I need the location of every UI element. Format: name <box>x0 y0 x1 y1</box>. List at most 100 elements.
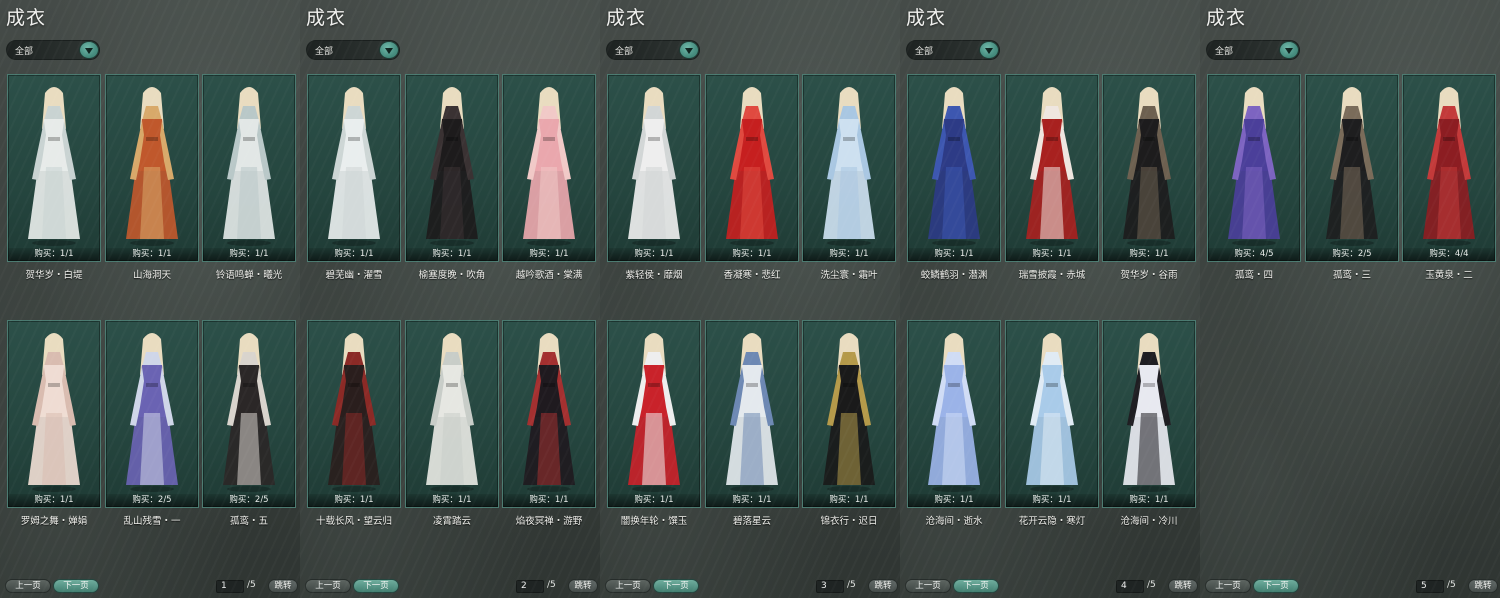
category-filter-dropdown[interactable]: 全部 <box>606 40 700 60</box>
outfit-name: 贺华岁・谷雨 <box>1120 270 1178 281</box>
outfit-card[interactable]: 购买：1/1 <box>202 74 296 262</box>
outfit-name: 闇换年轮・馔玉 <box>620 516 688 527</box>
outfit-card[interactable]: 购买：1/1 <box>1005 74 1099 262</box>
outfit-name: 紫轻侯・靡烟 <box>625 270 683 281</box>
next-page-button[interactable]: 下一页 <box>53 579 99 593</box>
page-title: 成衣 <box>606 7 647 29</box>
chevron-down-icon[interactable] <box>679 41 699 59</box>
outfit-card[interactable]: 购买：1/1 <box>502 320 596 508</box>
jump-page-button[interactable]: 跳转 <box>868 579 898 593</box>
outfit-preview-figure <box>1026 333 1078 492</box>
outfit-preview-figure <box>223 87 275 246</box>
outfit-preview-figure <box>523 333 575 492</box>
jump-page-button[interactable]: 跳转 <box>1468 579 1498 593</box>
outfit-card[interactable]: 购买：1/1 <box>907 320 1001 508</box>
filter-selected-label: 全部 <box>915 47 934 57</box>
jump-page-button[interactable]: 跳转 <box>568 579 598 593</box>
chevron-down-icon[interactable] <box>379 41 399 59</box>
purchase-count: 购买：1/1 <box>106 248 198 261</box>
category-filter-dropdown[interactable]: 全部 <box>1206 40 1300 60</box>
outfit-card[interactable]: 购买：4/4 <box>1402 74 1496 262</box>
outfit-preview-figure <box>28 333 80 492</box>
outfit-card[interactable]: 购买：1/1 <box>1005 320 1099 508</box>
outfit-preview-figure <box>1026 87 1078 246</box>
purchase-count: 购买：1/1 <box>406 494 498 507</box>
outfit-name: 孤鸾・三 <box>1332 270 1371 281</box>
outfit-card[interactable]: 购买：1/1 <box>607 320 701 508</box>
purchase-count: 购买：2/5 <box>1306 248 1398 261</box>
outfit-card[interactable]: 购买：1/1 <box>307 74 401 262</box>
outfit-card[interactable]: 购买：2/5 <box>1305 74 1399 262</box>
outfit-name: 乱山残雪・一 <box>123 516 181 527</box>
outfit-card[interactable]: 购买：2/5 <box>202 320 296 508</box>
next-page-button[interactable]: 下一页 <box>653 579 699 593</box>
next-page-button[interactable]: 下一页 <box>953 579 999 593</box>
page-number-input[interactable]: 1 <box>216 580 244 593</box>
prev-page-button[interactable]: 上一页 <box>605 579 651 593</box>
outfit-card[interactable]: 购买：1/1 <box>1102 320 1196 508</box>
next-page-button[interactable]: 下一页 <box>353 579 399 593</box>
outfit-preview-figure <box>1228 87 1280 246</box>
filter-selected-label: 全部 <box>1215 47 1234 57</box>
outfit-card[interactable]: 购买：1/1 <box>802 320 896 508</box>
purchase-count: 购买：4/4 <box>1403 248 1495 261</box>
next-page-button[interactable]: 下一页 <box>1253 579 1299 593</box>
outfit-name: 铃语鸣蝉・曦光 <box>215 270 283 281</box>
prev-page-button[interactable]: 上一页 <box>905 579 951 593</box>
outfit-card[interactable]: 购买：1/1 <box>405 74 499 262</box>
page-total-label: /5 <box>247 580 256 590</box>
outfit-preview-figure <box>1326 87 1378 246</box>
chevron-down-icon[interactable] <box>1279 41 1299 59</box>
outfit-card[interactable]: 购买：1/1 <box>705 74 799 262</box>
outfit-name: 山海洞天 <box>132 270 171 281</box>
page-number-input[interactable]: 5 <box>1416 580 1444 593</box>
outfit-card[interactable]: 购买：2/5 <box>105 320 199 508</box>
outfit-card[interactable]: 购买：1/1 <box>7 74 101 262</box>
page-number-input[interactable]: 3 <box>816 580 844 593</box>
outfit-card[interactable]: 购买：1/1 <box>502 74 596 262</box>
purchase-count: 购买：1/1 <box>1006 248 1098 261</box>
outfit-card[interactable]: 购买：1/1 <box>405 320 499 508</box>
outfit-preview-figure <box>928 87 980 246</box>
prev-page-button[interactable]: 上一页 <box>1205 579 1251 593</box>
wardrobe-page-panel: 成衣 全部 购买：1/1 紫轻侯・靡烟 购买：1/1 香凝寒・悲红 购买：1/1… <box>600 0 900 598</box>
outfit-preview-figure <box>523 87 575 246</box>
purchase-count: 购买：1/1 <box>503 248 595 261</box>
outfit-preview-figure <box>328 87 380 246</box>
chevron-down-icon[interactable] <box>979 41 999 59</box>
outfit-card[interactable]: 购买：1/1 <box>307 320 401 508</box>
filter-selected-label: 全部 <box>315 47 334 57</box>
category-filter-dropdown[interactable]: 全部 <box>6 40 100 60</box>
outfit-preview-figure <box>628 87 680 246</box>
outfit-card[interactable]: 购买：1/1 <box>1102 74 1196 262</box>
outfit-name: 越吟歌酒・棠满 <box>515 270 583 281</box>
jump-page-button[interactable]: 跳转 <box>268 579 298 593</box>
outfit-name: 花开云隐・寒灯 <box>1018 516 1086 527</box>
outfit-card[interactable]: 购买：1/1 <box>802 74 896 262</box>
page-number-input[interactable]: 2 <box>516 580 544 593</box>
page-title: 成衣 <box>1206 7 1247 29</box>
outfit-card[interactable]: 购买：1/1 <box>907 74 1001 262</box>
outfit-name: 蛟鳞鹤羽・潜渊 <box>920 270 988 281</box>
category-filter-dropdown[interactable]: 全部 <box>906 40 1000 60</box>
page-number-input[interactable]: 4 <box>1116 580 1144 593</box>
category-filter-dropdown[interactable]: 全部 <box>306 40 400 60</box>
page-total-label: /5 <box>1447 580 1456 590</box>
outfit-card[interactable]: 购买：1/1 <box>105 74 199 262</box>
prev-page-button[interactable]: 上一页 <box>5 579 51 593</box>
jump-page-button[interactable]: 跳转 <box>1168 579 1198 593</box>
purchase-count: 购买：1/1 <box>908 494 1000 507</box>
outfit-preview-figure <box>426 333 478 492</box>
purchase-count: 购买：1/1 <box>406 248 498 261</box>
outfit-card[interactable]: 购买：4/5 <box>1207 74 1301 262</box>
outfit-card[interactable]: 购买：1/1 <box>7 320 101 508</box>
outfit-card[interactable]: 购买：1/1 <box>705 320 799 508</box>
chevron-down-icon[interactable] <box>79 41 99 59</box>
purchase-count: 购买：2/5 <box>203 494 295 507</box>
prev-page-button[interactable]: 上一页 <box>305 579 351 593</box>
wardrobe-page-panel: 成衣 全部 购买：1/1 碧芜幽・濯雪 购买：1/1 榆塞度晚・吹角 购买：1/… <box>300 0 600 598</box>
outfit-name: 十载长风・望云归 <box>315 516 392 527</box>
outfit-card[interactable]: 购买：1/1 <box>607 74 701 262</box>
purchase-count: 购买：1/1 <box>8 494 100 507</box>
outfit-name: 碧芜幽・濯雪 <box>325 270 383 281</box>
